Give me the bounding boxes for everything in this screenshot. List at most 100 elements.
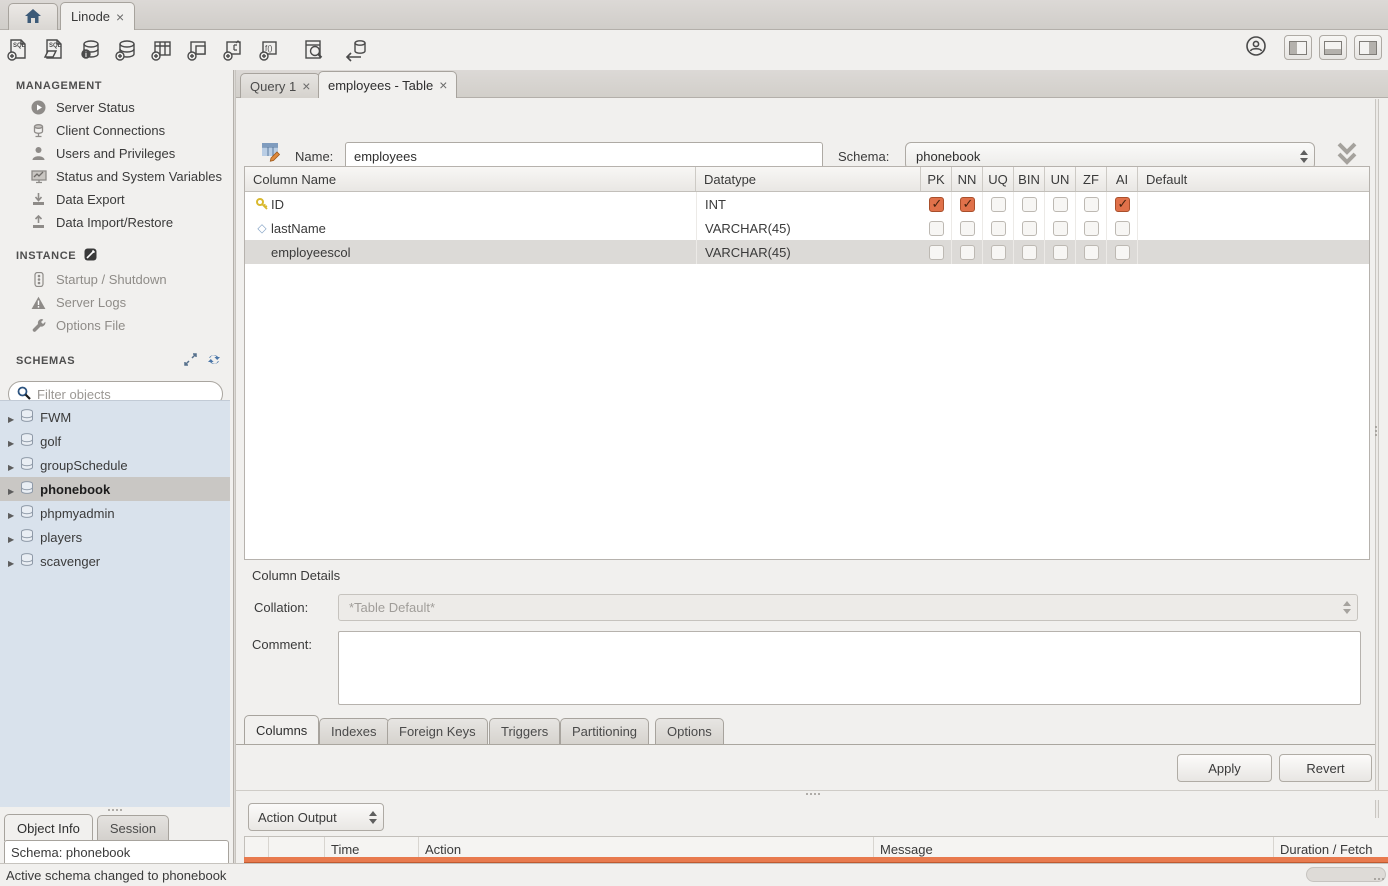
checkbox-zf[interactable] [1076, 216, 1107, 240]
new-sql-tab-icon[interactable]: SQL [0, 35, 36, 65]
resize-grip[interactable] [1374, 878, 1384, 880]
expand-schemas-icon[interactable] [184, 353, 197, 369]
table-search-icon[interactable] [296, 35, 332, 65]
user-circle-icon[interactable] [1245, 35, 1267, 60]
checkbox-uq[interactable] [983, 216, 1014, 240]
sidebar-item-server-logs[interactable]: Server Logs [0, 291, 233, 314]
new-function-icon[interactable]: f() [252, 35, 288, 65]
right-splitter-handle[interactable] [1375, 426, 1377, 436]
expander-icon[interactable] [8, 554, 14, 569]
expander-icon[interactable] [8, 482, 14, 497]
schema-item-phpmyadmin[interactable]: phpmyadmin [0, 501, 230, 525]
tab-employees-table[interactable]: employees - Table × [318, 71, 457, 98]
toggle-bottom-panel-button[interactable] [1319, 35, 1347, 60]
sidebar-item-data-export[interactable]: Data Export [0, 188, 233, 211]
collation-select[interactable]: *Table Default* [338, 594, 1358, 621]
apply-button[interactable]: Apply [1177, 754, 1272, 782]
spinner-icon[interactable] [1294, 150, 1308, 163]
open-sql-script-icon[interactable]: SQL [36, 35, 72, 65]
column-row-lastname[interactable]: lastName VARCHAR(45) [245, 216, 1369, 240]
refresh-schemas-icon[interactable] [207, 353, 221, 369]
new-procedure-icon[interactable] [216, 35, 252, 65]
expander-icon[interactable] [8, 410, 14, 425]
output-splitter-handle[interactable] [806, 793, 820, 795]
checkbox-ai[interactable] [1107, 216, 1138, 240]
sidebar-item-users-privileges[interactable]: Users and Privileges [0, 142, 233, 165]
checkbox-zf[interactable] [1076, 192, 1107, 216]
header-column-name[interactable]: Column Name [245, 167, 696, 191]
tab-query-1[interactable]: Query 1 × [240, 73, 320, 98]
sidebar-item-options-file[interactable]: Options File [0, 314, 233, 337]
sidebar-item-server-status[interactable]: Server Status [0, 96, 233, 119]
checkbox-nn[interactable] [952, 192, 983, 216]
toggle-right-panel-button[interactable] [1354, 35, 1382, 60]
schema-item-scavenger[interactable]: scavenger [0, 549, 230, 573]
tab-triggers[interactable]: Triggers [489, 718, 560, 744]
header-nn[interactable]: NN [952, 167, 983, 191]
column-row-employeescol[interactable]: employeescol VARCHAR(45) [245, 240, 1369, 264]
action-output-select[interactable]: Action Output [248, 803, 384, 831]
sidebar-item-data-import[interactable]: Data Import/Restore [0, 211, 233, 234]
checkbox-uq[interactable] [983, 240, 1014, 264]
schema-item-golf[interactable]: golf [0, 429, 230, 453]
tab-indexes[interactable]: Indexes [319, 718, 389, 744]
tab-object-info[interactable]: Object Info [4, 814, 93, 841]
checkbox-un[interactable] [1045, 192, 1076, 216]
tab-foreign-keys[interactable]: Foreign Keys [387, 718, 488, 744]
checkbox-nn[interactable] [952, 240, 983, 264]
output-splitter[interactable] [236, 790, 1388, 800]
new-view-icon[interactable] [180, 35, 216, 65]
checkbox-un[interactable] [1045, 240, 1076, 264]
close-icon[interactable]: × [116, 10, 124, 24]
header-pk[interactable]: PK [921, 167, 952, 191]
checkbox-zf[interactable] [1076, 240, 1107, 264]
cell-default[interactable] [1138, 192, 1369, 216]
schema-item-fwm[interactable]: FWM [0, 405, 230, 429]
expander-icon[interactable] [8, 506, 14, 521]
home-tab[interactable] [8, 3, 58, 30]
comment-textarea[interactable] [338, 631, 1361, 705]
cell-default[interactable] [1138, 216, 1369, 240]
schema-item-groupschedule[interactable]: groupSchedule [0, 453, 230, 477]
sidebar-splitter-handle[interactable] [108, 809, 122, 811]
expander-icon[interactable] [8, 434, 14, 449]
toggle-left-panel-button[interactable] [1284, 35, 1312, 60]
header-zf[interactable]: ZF [1076, 167, 1107, 191]
expander-icon[interactable] [8, 530, 14, 545]
tab-options[interactable]: Options [655, 718, 724, 744]
checkbox-bin[interactable] [1014, 192, 1045, 216]
checkbox-pk[interactable] [921, 192, 952, 216]
schema-item-phonebook[interactable]: phonebook [0, 477, 230, 501]
header-datatype[interactable]: Datatype [696, 167, 921, 191]
schema-item-players[interactable]: players [0, 525, 230, 549]
header-ai[interactable]: AI [1107, 167, 1138, 191]
connection-tab[interactable]: Linode × [60, 2, 135, 30]
header-un[interactable]: UN [1045, 167, 1076, 191]
new-table-icon[interactable] [144, 35, 180, 65]
checkbox-nn[interactable] [952, 216, 983, 240]
checkbox-bin[interactable] [1014, 216, 1045, 240]
data-transfer-icon[interactable] [338, 35, 374, 65]
header-uq[interactable]: UQ [983, 167, 1014, 191]
column-row-id[interactable]: ID INT [245, 192, 1369, 216]
tab-partitioning[interactable]: Partitioning [560, 718, 649, 744]
tab-columns[interactable]: Columns [244, 715, 319, 744]
close-icon[interactable]: × [302, 79, 310, 93]
checkbox-ai[interactable] [1107, 192, 1138, 216]
sidebar-item-status-variables[interactable]: Status and System Variables [0, 165, 233, 188]
new-schema-icon[interactable] [108, 35, 144, 65]
right-splitter[interactable] [1375, 99, 1379, 818]
cell-default[interactable] [1138, 240, 1369, 264]
expander-icon[interactable] [8, 458, 14, 473]
db-inspector-icon[interactable]: i [72, 35, 108, 65]
header-default[interactable]: Default [1138, 167, 1369, 191]
revert-button[interactable]: Revert [1279, 754, 1372, 782]
checkbox-uq[interactable] [983, 192, 1014, 216]
header-bin[interactable]: BIN [1014, 167, 1045, 191]
close-icon[interactable]: × [439, 78, 447, 92]
tab-session[interactable]: Session [97, 815, 169, 841]
sidebar-item-client-connections[interactable]: Client Connections [0, 119, 233, 142]
checkbox-un[interactable] [1045, 216, 1076, 240]
checkbox-ai[interactable] [1107, 240, 1138, 264]
sidebar-item-startup-shutdown[interactable]: Startup / Shutdown [0, 268, 233, 291]
